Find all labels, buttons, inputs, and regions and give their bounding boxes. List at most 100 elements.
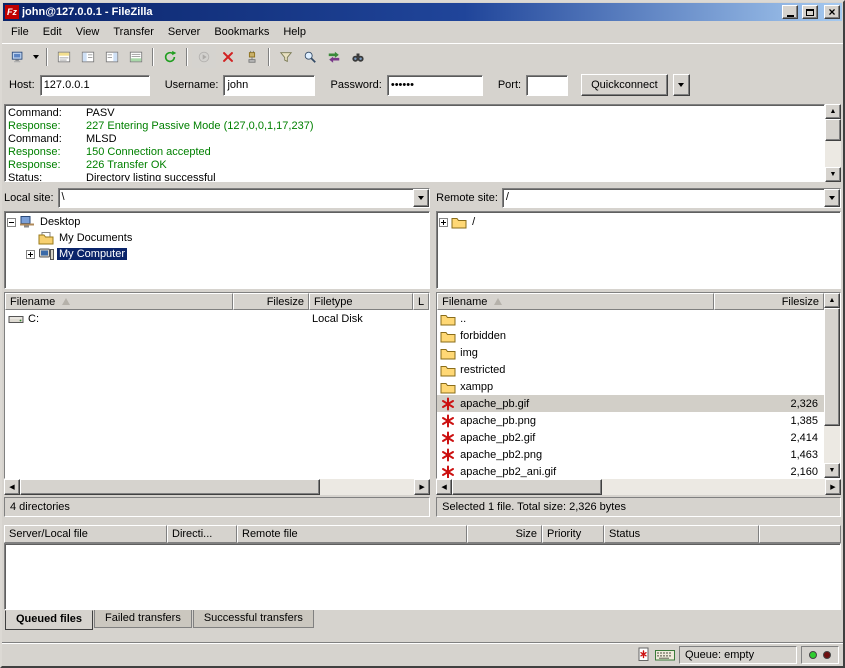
filename-text: forbidden [460, 330, 506, 342]
column-header-last-modified[interactable]: L [413, 293, 429, 310]
keyboard-encoding-icon[interactable] [655, 648, 675, 662]
scrollbar-thumb[interactable] [824, 308, 840, 426]
host-input[interactable] [40, 75, 150, 96]
username-input[interactable] [223, 75, 315, 96]
toggle-remote-tree-icon [104, 50, 120, 64]
scroll-right-icon[interactable] [825, 479, 841, 495]
file-row[interactable]: xampp [437, 378, 824, 395]
port-input[interactable] [526, 75, 568, 96]
scroll-left-icon[interactable] [436, 479, 452, 495]
remote-vertical-scrollbar[interactable] [824, 293, 840, 478]
receive-activity-led-icon [809, 651, 817, 659]
site-manager-button[interactable] [6, 46, 30, 68]
file-row[interactable]: restricted [437, 361, 824, 378]
local-list-body[interactable]: C: Local Disk [5, 310, 429, 478]
file-row[interactable]: apache_pb2_ani.gif 2,160 [437, 463, 824, 478]
column-header-filesize[interactable]: Filesize [714, 293, 824, 310]
scrollbar-track[interactable] [824, 426, 840, 463]
scrollbar-track[interactable] [320, 479, 414, 495]
chevron-down-icon[interactable] [824, 189, 840, 207]
directory-comparison-button[interactable] [298, 46, 322, 68]
menu-help[interactable]: Help [276, 23, 313, 41]
column-header-remote-file[interactable]: Remote file [237, 525, 467, 543]
remote-list-body[interactable]: .. forbidden img restricted [437, 310, 824, 478]
expand-icon[interactable] [26, 250, 35, 259]
menu-file[interactable]: File [4, 23, 36, 41]
tab-failed-transfers[interactable]: Failed transfers [94, 610, 192, 628]
refresh-button[interactable] [158, 46, 182, 68]
local-horizontal-scrollbar[interactable] [4, 479, 430, 495]
scrollbar-thumb[interactable] [452, 479, 602, 495]
tree-item-desktop[interactable]: Desktop [7, 214, 427, 230]
tab-queued-files[interactable]: Queued files [5, 610, 93, 630]
remote-tree[interactable]: / [436, 211, 841, 289]
scroll-down-icon[interactable] [825, 167, 841, 182]
file-row[interactable]: img [437, 344, 824, 361]
quickconnect-dropdown-button[interactable] [673, 74, 690, 96]
expand-icon[interactable] [439, 218, 448, 227]
scroll-up-icon[interactable] [824, 293, 840, 308]
process-queue-button[interactable] [192, 46, 216, 68]
toggle-queue-button[interactable] [124, 46, 148, 68]
file-row[interactable]: apache_pb.png 1,385 [437, 412, 824, 429]
filename-cell: restricted [437, 363, 714, 377]
column-header-filesize[interactable]: Filesize [233, 293, 309, 310]
log-scrollbar[interactable] [825, 104, 841, 182]
file-row[interactable]: apache_pb2.png 1,463 [437, 446, 824, 463]
menu-transfer[interactable]: Transfer [106, 23, 161, 41]
find-files-button[interactable] [346, 46, 370, 68]
synchronized-browsing-button[interactable] [322, 46, 346, 68]
filter-button[interactable] [274, 46, 298, 68]
scroll-down-icon[interactable] [824, 463, 840, 478]
toggle-remote-tree-button[interactable] [100, 46, 124, 68]
scrollbar-thumb[interactable] [20, 479, 320, 495]
column-header-filename[interactable]: Filename [437, 293, 714, 310]
transfer-type-icon[interactable] [638, 647, 651, 662]
site-manager-dropdown-button[interactable] [30, 46, 42, 68]
tree-item-my-computer[interactable]: My Computer [7, 246, 427, 262]
queue-body[interactable] [4, 543, 841, 610]
quickconnect-button[interactable]: Quickconnect [581, 74, 668, 96]
column-header-size[interactable]: Size [467, 525, 542, 543]
menu-edit[interactable]: Edit [36, 23, 69, 41]
column-header-direction[interactable]: Directi... [167, 525, 237, 543]
scrollbar-track[interactable] [602, 479, 825, 495]
toggle-log-button[interactable] [52, 46, 76, 68]
menu-bookmarks[interactable]: Bookmarks [207, 23, 276, 41]
scrollbar-track[interactable] [825, 141, 841, 167]
column-header-status[interactable]: Status [604, 525, 759, 543]
chevron-down-icon[interactable] [413, 189, 429, 207]
menu-server[interactable]: Server [161, 23, 207, 41]
file-row[interactable]: apache_pb2.gif 2,414 [437, 429, 824, 446]
file-row[interactable]: .. [437, 310, 824, 327]
disconnect-button[interactable] [240, 46, 264, 68]
cancel-button[interactable] [216, 46, 240, 68]
scroll-left-icon[interactable] [4, 479, 20, 495]
file-row[interactable]: forbidden [437, 327, 824, 344]
remote-site-combobox[interactable]: / [502, 188, 841, 208]
scroll-up-icon[interactable] [825, 104, 841, 119]
column-header-server-local-file[interactable]: Server/Local file [4, 525, 167, 543]
maximize-button[interactable] [802, 5, 818, 19]
close-button[interactable] [824, 5, 840, 19]
local-tree[interactable]: Desktop My Documents My Computer [4, 211, 430, 289]
tree-item-root[interactable]: / [439, 214, 838, 230]
scrollbar-thumb[interactable] [825, 119, 841, 141]
password-input[interactable] [387, 75, 483, 96]
column-header-filetype[interactable]: Filetype [309, 293, 413, 310]
file-row-c-drive[interactable]: C: Local Disk [5, 310, 429, 327]
tab-successful-transfers[interactable]: Successful transfers [193, 610, 314, 628]
file-row-selected[interactable]: apache_pb.gif 2,326 [437, 395, 824, 412]
minimize-button[interactable] [782, 5, 798, 19]
tree-item-my-documents[interactable]: My Documents [7, 230, 427, 246]
collapse-icon[interactable] [7, 218, 16, 227]
message-log: Command:PASV Response:227 Entering Passi… [4, 104, 841, 182]
column-header-filename[interactable]: Filename [5, 293, 233, 310]
toggle-local-tree-button[interactable] [76, 46, 100, 68]
column-header-priority[interactable]: Priority [542, 525, 604, 543]
scroll-right-icon[interactable] [414, 479, 430, 495]
local-site-combobox[interactable]: \ [58, 188, 431, 208]
remote-horizontal-scrollbar[interactable] [436, 479, 841, 495]
title-bar[interactable]: john@127.0.0.1 - FileZilla [3, 3, 842, 21]
menu-view[interactable]: View [69, 23, 107, 41]
